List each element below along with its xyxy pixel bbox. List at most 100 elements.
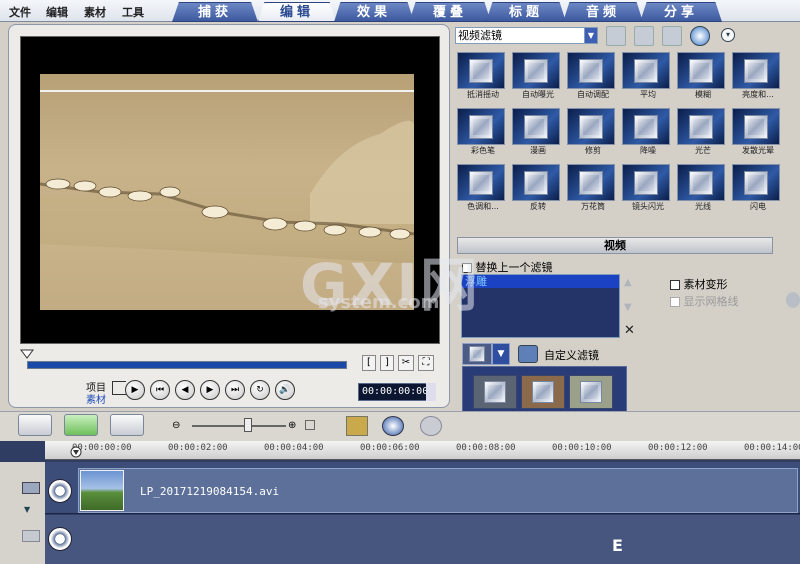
move-up-icon[interactable]: ▲ [624,277,632,288]
menu-tools[interactable]: 工具 [122,4,144,20]
preset-dropdown-icon[interactable]: ▼ [492,343,510,365]
delete-icon[interactable]: ✕ [624,323,635,338]
tab-edit[interactable]: 编辑 [258,2,336,22]
chevron-down-icon[interactable]: ▼ [584,27,598,44]
zoom-out-icon[interactable]: ⊖ [172,420,180,431]
zoom-in-icon[interactable]: ⊕ [288,420,296,431]
overlay-track[interactable] [45,515,800,564]
custom-filter-icon[interactable] [518,345,538,363]
filter-thumbnail[interactable]: 修剪 [567,108,619,156]
filter-category-dropdown[interactable]: 视频滤镜 [455,27,598,44]
clip-mode-label[interactable]: 素材 [86,391,106,406]
tab-effect[interactable]: 效果 [334,2,414,22]
timeline-tick-label: 00:00:04:00 [264,443,324,453]
timeline-tick-label: 00:00:06:00 [360,443,420,453]
insert-media-icon[interactable] [346,416,368,436]
tab-share[interactable]: 分享 [640,2,722,22]
video-track-icon [48,479,72,503]
repeat-icon[interactable]: ↻ [250,380,270,400]
list-item[interactable]: 浮雕 [462,275,619,288]
filter-thumbnail-label: 自动曝光 [522,90,554,99]
filter-thumbnail[interactable]: 漫画 [512,108,564,156]
filter-thumbnail-label: 漫画 [530,146,546,155]
tab-overlay[interactable]: 覆叠 [409,2,491,22]
filter-thumbnail[interactable]: 抵消摇动 [457,52,509,100]
applied-filter-list[interactable]: 浮雕 [461,274,620,338]
fit-project-icon[interactable] [305,420,315,430]
filter-thumbnail[interactable]: 万花筒 [567,164,619,212]
track-header-panel [0,462,45,564]
filter-thumbnail[interactable]: 平均 [622,52,674,100]
filter-thumbnail[interactable]: 光芒 [677,108,729,156]
filter-preset-thumbnail[interactable] [569,375,613,409]
filter-thumbnail[interactable]: 自动调配 [567,52,619,100]
filter-thumbnail[interactable]: 镜头闪光 [622,164,674,212]
redo-icon[interactable] [420,416,442,436]
tab-audio[interactable]: 音频 [563,2,643,22]
timeline-tick-label: 00:00:12:00 [648,443,708,453]
go-to-end-icon[interactable]: ⏭ [225,380,245,400]
filter-thumbnail[interactable]: 降噪 [622,108,674,156]
mark-out-button[interactable]: ] [380,355,394,371]
settings-icon[interactable] [786,292,800,308]
filter-preset-button[interactable] [462,343,492,365]
clip-thumbnail [80,470,124,511]
volume-icon[interactable]: 🔊 [275,380,295,400]
filter-thumbnail[interactable]: 发散光晕 [732,108,784,156]
replace-filter-label: 替换上一个滤镜 [475,261,553,274]
zoom-slider-thumb[interactable] [244,418,252,432]
zoom-slider[interactable] [192,425,286,427]
preview-scrub-bar[interactable] [27,361,347,369]
previous-frame-icon[interactable]: ◀ [175,380,195,400]
filter-thumbnail-label: 闪电 [750,202,766,211]
filter-thumbnail-label: 镜头闪光 [632,202,664,211]
filter-preset-thumbnail[interactable] [521,375,565,409]
timecode-stepper[interactable] [426,383,436,401]
tab-capture[interactable]: 捕获 [172,2,258,22]
mode-bracket [112,381,126,395]
filter-thumbnail[interactable]: 彩色笔 [457,108,509,156]
move-down-icon[interactable]: ▼ [624,302,632,313]
track-expand-icon[interactable]: ▼ [24,505,30,514]
filter-thumbnail[interactable]: 亮度和... [732,52,784,100]
cut-icon[interactable]: ✂ [398,355,414,371]
scrub-handle-icon[interactable] [20,349,34,359]
fullscreen-icon[interactable]: ⛶ [418,355,434,371]
transform-checkbox[interactable]: 素材变形 [670,276,728,292]
timecode-display[interactable]: 00:00:00:00 [358,383,436,401]
menu-file[interactable]: 文件 [9,4,31,20]
folder-icon[interactable] [606,26,626,46]
filter-preset-thumbnail[interactable] [473,375,517,409]
expand-panel-icon[interactable]: ▾ [721,28,735,42]
custom-filter-label[interactable]: 自定义滤镜 [544,347,599,363]
storyboard-view-button[interactable] [18,414,52,436]
filter-thumbnail-label: 模糊 [695,90,711,99]
filter-thumbnail[interactable]: 光线 [677,164,729,212]
next-frame-icon[interactable]: ▶ [200,380,220,400]
video-track-toggle-icon[interactable] [22,482,40,494]
overlay-track-toggle-icon[interactable] [22,530,40,542]
import-icon[interactable] [634,26,654,46]
sort-icon[interactable] [662,26,682,46]
timeline-view-button[interactable] [64,414,98,436]
tab-title[interactable]: 标题 [486,2,566,22]
filter-thumbnail[interactable]: 自动曝光 [512,52,564,100]
menu-clip[interactable]: 素材 [84,4,106,20]
apply-icon[interactable] [690,26,710,46]
menu-edit[interactable]: 编辑 [46,4,68,20]
filter-thumbnail-label: 反转 [530,202,546,211]
filter-thumbnail[interactable]: 反转 [512,164,564,212]
filter-thumbnail[interactable]: 模糊 [677,52,729,100]
overlay-track-icon [48,527,72,551]
timeline-tick-label: 00:00:14:00 [744,443,800,453]
playhead-icon[interactable] [70,446,82,458]
filter-thumbnail[interactable]: 色调和... [457,164,509,212]
audio-view-button[interactable] [110,414,144,436]
show-grid-checkbox[interactable]: 显示网格线 [670,293,739,309]
undo-icon[interactable] [382,416,404,436]
go-to-start-icon[interactable]: ⏮ [150,380,170,400]
filter-thumbnail-label: 修剪 [585,146,601,155]
filter-thumbnail[interactable]: 闪电 [732,164,784,212]
mark-in-button[interactable]: [ [362,355,376,371]
play-icon[interactable]: ▶ [125,380,145,400]
